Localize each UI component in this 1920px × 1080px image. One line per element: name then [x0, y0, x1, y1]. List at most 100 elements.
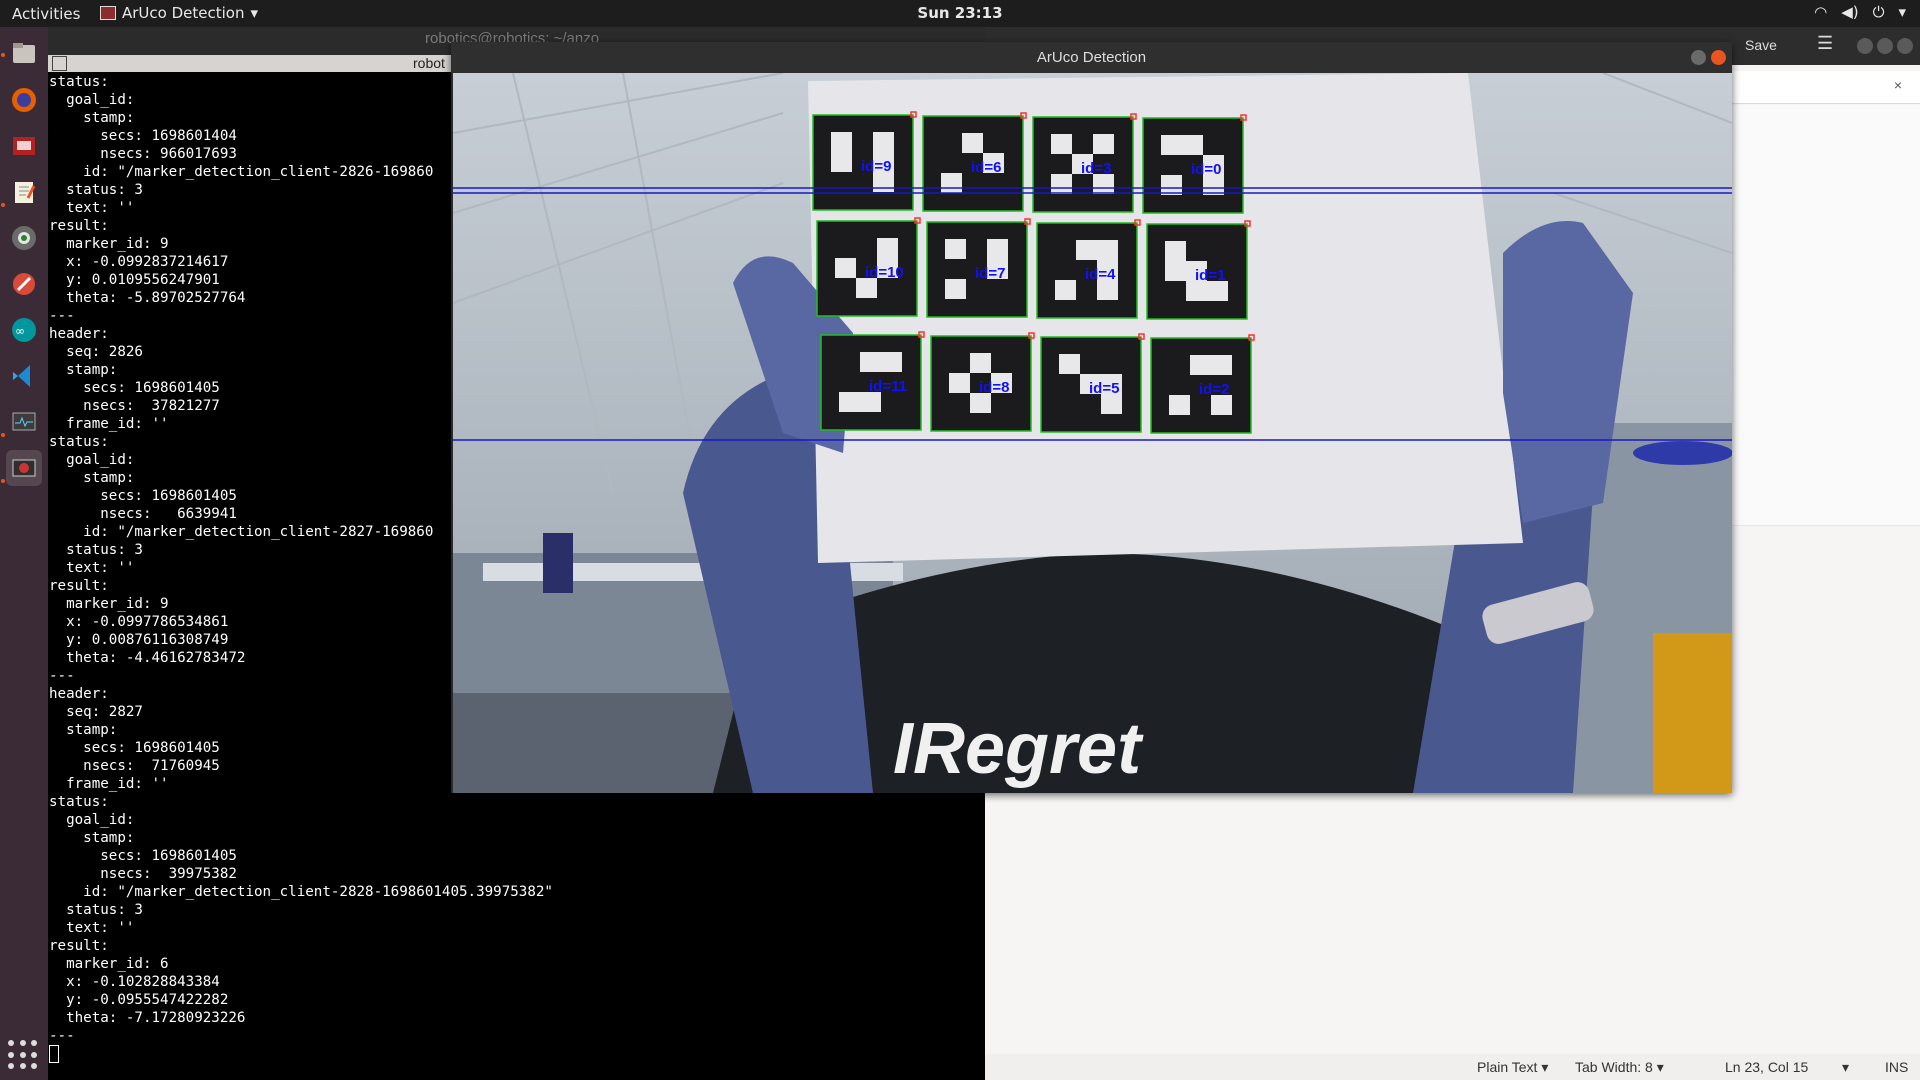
terminal-line: stamp: [49, 110, 135, 126]
terminal-line: x: -0.0992837214617 [49, 254, 229, 270]
marker-id-label: id=9 [861, 158, 891, 175]
terminal-line: result: [49, 218, 109, 234]
aruco-marker: id=10 [816, 217, 921, 317]
wifi-icon[interactable]: ◠ [1814, 3, 1827, 21]
terminal-line: id: "/marker_detection_client-2826-16986… [49, 164, 434, 180]
terminal-tab-icon[interactable] [52, 56, 67, 71]
terminal-line: stamp: [49, 470, 135, 486]
tab-width-selector[interactable]: Tab Width: 8 ▾ [1575, 1059, 1664, 1076]
terminal-line: text: '' [49, 920, 135, 936]
marker-id-label: id=0 [1191, 161, 1221, 178]
aruco-marker: id=3 [1032, 113, 1137, 213]
svg-text:∞: ∞ [15, 324, 25, 338]
terminal-line: status: [49, 794, 109, 810]
marker-id-label: id=11 [869, 378, 907, 395]
camera-image: IRegret id=9 id=6 id=3 id=0 id=10 id=7 id=4 id=… [453, 73, 1732, 793]
aruco-marker: id=4 [1036, 219, 1141, 319]
eye-app-icon[interactable] [6, 220, 42, 256]
terminal-line: secs: 1698601405 [49, 488, 237, 504]
shirt-text: IRegret [893, 709, 1144, 789]
presentation-icon[interactable] [6, 128, 42, 164]
chevron-down-icon: ▾ [250, 4, 258, 22]
cursor-position[interactable]: Ln 23, Col 15 [1725, 1059, 1808, 1075]
aruco-window-title: ArUco Detection [1036, 49, 1147, 66]
terminal-line: marker_id: 9 [49, 236, 169, 252]
aruco-marker: id=7 [926, 218, 1031, 318]
terminal-line: secs: 1698601405 [49, 848, 237, 864]
aruco-marker: id=0 [1142, 114, 1247, 214]
terminal-line: status: 3 [49, 902, 143, 918]
activities-button[interactable]: Activities [12, 5, 80, 23]
maximize-icon[interactable] [1877, 38, 1893, 54]
chevron-down-icon[interactable]: ▾ [1898, 3, 1906, 21]
aruco-marker: id=2 [1150, 334, 1255, 434]
hamburger-menu-icon[interactable]: ☰ [1817, 33, 1833, 54]
language-selector[interactable]: Plain Text ▾ [1477, 1059, 1548, 1076]
terminal-line: nsecs: 71760945 [49, 758, 220, 774]
camera-window-icon[interactable] [6, 450, 42, 486]
terminal-line: marker_id: 6 [49, 956, 169, 972]
dock: ∞ [0, 27, 48, 1080]
close-icon[interactable] [1897, 38, 1913, 54]
power-icon[interactable]: ⏻ [1873, 3, 1885, 21]
volume-icon[interactable]: ◀) [1841, 3, 1858, 21]
aruco-marker: id=11 [820, 331, 925, 431]
terminal-line: --- [49, 308, 75, 324]
terminal-line: y: -0.0955547422282 [49, 992, 229, 1008]
terminal-line: seq: 2826 [49, 344, 143, 360]
language-label: Plain Text [1477, 1059, 1538, 1075]
terminal-line: theta: -7.17280923226 [49, 1010, 246, 1026]
system-tray[interactable]: ◠ ◀) ⏻ ▾ [1814, 3, 1906, 21]
marker-id-label: id=2 [1199, 381, 1229, 398]
terminal-line: stamp: [49, 830, 135, 846]
terminal-line: x: -0.0997786534861 [49, 614, 229, 630]
arduino-icon[interactable]: ∞ [6, 312, 42, 348]
aruco-title-bar[interactable]: ArUco Detection [451, 42, 1732, 73]
files-icon[interactable] [6, 35, 42, 71]
marker-id-label: id=7 [975, 265, 1005, 282]
text-editor-icon[interactable] [6, 174, 42, 210]
terminal-line: nsecs: 966017693 [49, 146, 237, 162]
tab-close-icon[interactable]: × [1894, 77, 1902, 93]
marker-id-label: id=3 [1081, 160, 1111, 177]
aruco-marker: id=5 [1040, 333, 1145, 433]
aruco-marker: id=1 [1146, 220, 1251, 320]
vscode-icon[interactable] [6, 358, 42, 394]
chevron-down-icon[interactable]: ▾ [1842, 1059, 1849, 1076]
terminal-title: robot [413, 55, 445, 71]
app-menu-label: ArUco Detection [122, 4, 245, 22]
close-icon[interactable] [1711, 50, 1726, 65]
minimize-icon[interactable] [1691, 50, 1706, 65]
terminal-line: id: "/marker_detection_client-2827-16986… [49, 524, 434, 540]
editor-status-bar: Plain Text ▾ Tab Width: 8 ▾ Ln 23, Col 1… [985, 1054, 1920, 1080]
terminal-line: nsecs: 6639941 [49, 506, 237, 522]
terminal-line: secs: 1698601405 [49, 380, 220, 396]
terminal-line: theta: -4.46162783472 [49, 650, 246, 666]
aruco-marker: id=9 [812, 111, 917, 211]
terminal-line: stamp: [49, 362, 118, 378]
terminal-line: frame_id: '' [49, 416, 169, 432]
firefox-icon[interactable] [6, 82, 42, 118]
app-menu[interactable]: ArUco Detection ▾ [100, 4, 258, 22]
terminal-line: seq: 2827 [49, 704, 143, 720]
terminal-line: y: 0.00876116308749 [49, 632, 229, 648]
show-applications-icon[interactable] [8, 1040, 40, 1072]
terminal-line: goal_id: [49, 92, 135, 108]
minimize-icon[interactable] [1857, 38, 1873, 54]
insert-mode: INS [1885, 1059, 1909, 1075]
clock[interactable]: Sun 23:13 [0, 4, 1920, 22]
terminal-line: nsecs: 37821277 [49, 398, 220, 414]
terminal-line: frame_id: '' [49, 776, 169, 792]
aruco-detection-window[interactable]: ArUco Detection IRegret id=9 id=6 id=3 i… [451, 42, 1732, 793]
system-monitor-icon[interactable] [6, 404, 42, 440]
terminal-line: marker_id: 9 [49, 596, 169, 612]
tools-icon[interactable] [6, 266, 42, 302]
terminal-line: status: 3 [49, 182, 143, 198]
terminal-line: header: [49, 686, 109, 702]
save-button[interactable]: Save [1745, 37, 1777, 53]
top-bar: Activities ArUco Detection ▾ Sun 23:13 ◠… [0, 0, 1920, 27]
terminal-line: stamp: [49, 722, 118, 738]
terminal-line: --- [49, 1028, 75, 1044]
terminal-line: y: 0.0109556247901 [49, 272, 220, 288]
terminal-line: x: -0.102828843384 [49, 974, 220, 990]
